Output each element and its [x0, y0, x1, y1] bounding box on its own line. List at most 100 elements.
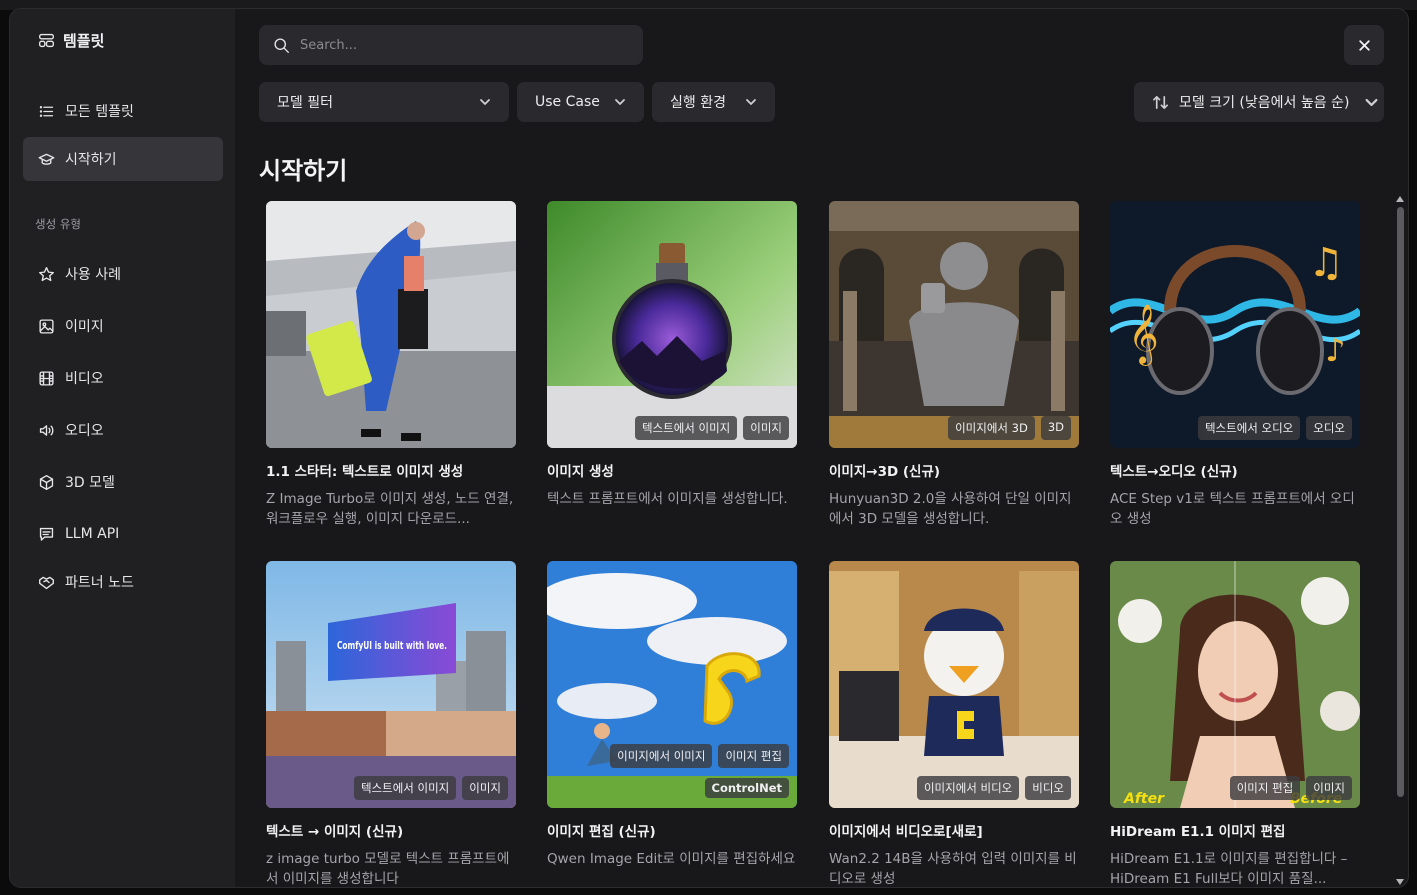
svg-text:♫: ♫: [1308, 240, 1344, 286]
after-label: After: [1123, 791, 1165, 807]
use-case-label: Use Case: [535, 94, 600, 110]
mascot-store-photo: [829, 561, 1079, 808]
search-input[interactable]: [300, 37, 620, 53]
billboard-city-photo: ComfyUI is built with love.: [266, 561, 516, 808]
film-icon: [38, 370, 55, 387]
search-icon: [273, 37, 290, 54]
template-card[interactable]: ComfyUI is built with love. 텍스트에서 이미지 이미…: [266, 561, 516, 887]
badge: 이미지 편집: [1229, 776, 1301, 800]
brand-title: 템플릿: [63, 32, 105, 50]
sidebar-item-label: 오디오: [65, 423, 104, 439]
card-description: Hunyuan3D 2.0을 사용하여 단일 이미지에서 3D 모델을 생성합니…: [829, 491, 1072, 527]
card-badges: 이미지 편집 이미지: [1229, 776, 1352, 800]
handshake-icon: [38, 574, 55, 591]
card-badges: 텍스트에서 오디오 오디오: [1197, 416, 1352, 440]
page-title: 시작하기: [259, 157, 348, 185]
chevron-down-icon: [611, 94, 628, 111]
card-description: HiDream E1.1로 이미지를 편집합니다 – HiDream E1 Fu…: [1110, 851, 1348, 887]
scroll-thumb[interactable]: [1397, 207, 1404, 797]
badge: 이미지에서 비디오: [916, 776, 1020, 800]
card-badges: 이미지에서 이미지 이미지 편집: [610, 744, 789, 768]
card-description: ACE Step v1로 텍스트 프롬프트에서 오디오 생성: [1110, 491, 1355, 527]
sidebar-item-3d-model[interactable]: 3D 모델: [23, 460, 223, 504]
runtime-label: 실행 환경: [670, 95, 726, 111]
templates-dialog: 템플릿 모든 템플릿 시작하기 생성 유형 사용 사례 이미지 비디오 오디오 …: [9, 8, 1409, 888]
list-icon: [38, 103, 55, 120]
card-thumbnail: 이미지에서 이미지 이미지 편집 ControlNet: [547, 561, 797, 808]
use-case-dropdown[interactable]: Use Case: [517, 82, 644, 122]
sort-label: 모델 크기 (낮음에서 높음 순): [1179, 95, 1350, 111]
statue-photo: [829, 201, 1079, 448]
sidebar-brand: 템플릿: [38, 30, 104, 51]
cube-icon: [38, 474, 55, 491]
template-card[interactable]: 이미지에서 이미지 이미지 편집 ControlNet 이미지 편집 (신규) …: [547, 561, 797, 887]
card-description: Z Image Turbo로 이미지 생성, 노드 연결, 워크플로우 실행, …: [266, 491, 514, 527]
card-title: 1.1 스타터: 텍스트로 이미지 생성: [266, 464, 464, 480]
template-card[interactable]: 텍스트에서 이미지 이미지 이미지 생성 텍스트 프롬프트에서 이미지를 생성합…: [547, 201, 797, 529]
sidebar-item-all-templates[interactable]: 모든 템플릿: [23, 89, 223, 133]
sidebar-item-llm-api[interactable]: LLM API: [23, 512, 223, 556]
template-card[interactable]: 1.1 스타터: 텍스트로 이미지 생성 Z Image Turbo로 이미지 …: [266, 201, 516, 529]
card-badges: 텍스트에서 이미지 이미지: [353, 776, 508, 800]
card-title: 이미지 생성: [547, 464, 614, 480]
badge: 비디오: [1025, 776, 1071, 800]
sidebar-item-getting-started[interactable]: 시작하기: [23, 137, 223, 181]
card-thumbnail: ComfyUI is built with love. 텍스트에서 이미지 이미…: [266, 561, 516, 808]
card-description: z image turbo 모델로 텍스트 프롬프트에서 이미지를 생성합니다: [266, 851, 510, 887]
chevron-down-icon: [1363, 94, 1380, 111]
badge: 이미지에서 3D: [948, 416, 1035, 440]
sort-dropdown[interactable]: 모델 크기 (낮음에서 높음 순): [1134, 82, 1384, 122]
speaker-icon: [38, 422, 55, 439]
sidebar-item-use-cases[interactable]: 사용 사례: [23, 252, 223, 296]
portrait-photo: After Before: [1110, 561, 1360, 808]
close-button[interactable]: [1344, 25, 1384, 65]
card-thumbnail: After Before 이미지 편집 이미지: [1110, 561, 1360, 808]
card-badges: 이미지에서 비디오 비디오: [916, 776, 1071, 800]
template-icon: [38, 32, 55, 49]
fashion-photo: [266, 201, 516, 448]
card-title: 이미지 편집 (신규): [547, 824, 656, 840]
template-card[interactable]: 이미지에서 3D 3D 이미지→3D (신규) Hunyuan3D 2.0을 사…: [829, 201, 1079, 529]
billboard-text: ComfyUI is built with love.: [337, 639, 447, 652]
sort-arrows-icon: [1152, 94, 1169, 111]
card-badges: 텍스트에서 이미지 이미지: [634, 416, 789, 440]
sidebar: 템플릿 모든 템플릿 시작하기 생성 유형 사용 사례 이미지 비디오 오디오 …: [10, 9, 235, 887]
template-card[interactable]: After Before 이미지 편집 이미지 HiDream E1.1 이미지…: [1110, 561, 1360, 887]
scrollbar[interactable]: [1394, 194, 1406, 887]
sidebar-item-partner-nodes[interactable]: 파트너 노드: [23, 560, 223, 604]
card-badges: 이미지에서 3D 3D: [948, 416, 1071, 440]
sidebar-item-video[interactable]: 비디오: [23, 356, 223, 400]
bottle-photo: [547, 201, 797, 448]
sidebar-item-label: 시작하기: [65, 152, 117, 168]
template-card[interactable]: 𝄞 ♫ ♪ 텍스트에서 오디오 오디오 텍스트→오디오 (신규) ACE Ste…: [1110, 201, 1360, 529]
message-icon: [38, 526, 55, 543]
close-icon: [1356, 37, 1373, 54]
sidebar-item-audio[interactable]: 오디오: [23, 408, 223, 452]
card-description: 텍스트 프롬프트에서 이미지를 생성합니다.: [547, 491, 788, 507]
badge: 이미지: [462, 776, 508, 800]
card-thumbnail: [266, 201, 516, 448]
runtime-dropdown[interactable]: 실행 환경: [652, 82, 775, 122]
sidebar-item-label: 이미지: [65, 319, 104, 335]
search-box[interactable]: [259, 25, 643, 65]
badge: 텍스트에서 오디오: [1197, 416, 1301, 440]
card-title: 텍스트→오디오 (신규): [1110, 464, 1238, 480]
model-filter-label: 모델 필터: [277, 95, 333, 111]
badge: 이미지: [1306, 776, 1352, 800]
svg-text:𝄞: 𝄞: [1128, 304, 1159, 366]
star-icon: [38, 266, 55, 283]
chevron-down-icon: [476, 94, 493, 111]
sidebar-item-label: 3D 모델: [65, 475, 115, 491]
model-filter-dropdown[interactable]: 모델 필터: [259, 82, 509, 122]
template-card[interactable]: 이미지에서 비디오 비디오 이미지에서 비디오로[새로] Wan2.2 14B을…: [829, 561, 1079, 887]
card-thumbnail: 텍스트에서 이미지 이미지: [547, 201, 797, 448]
scroll-down-arrow[interactable]: [1396, 879, 1404, 885]
badge: 3D: [1040, 416, 1071, 440]
card-title: 이미지에서 비디오로[새로]: [829, 824, 983, 840]
badge: 이미지에서 이미지: [610, 744, 713, 768]
scroll-up-arrow[interactable]: [1396, 196, 1404, 202]
sidebar-item-label: 모든 템플릿: [65, 104, 134, 120]
sidebar-item-image[interactable]: 이미지: [23, 304, 223, 348]
painting-illustration: [547, 561, 797, 808]
sidebar-item-label: 사용 사례: [65, 267, 121, 283]
